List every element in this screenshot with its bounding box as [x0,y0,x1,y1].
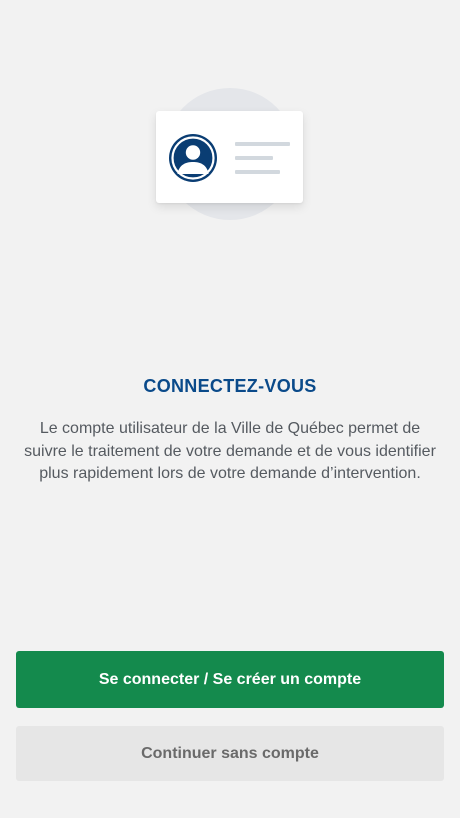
card-text-line [235,156,273,160]
card-text-line [235,170,280,174]
login-signup-button[interactable]: Se connecter / Se créer un compte [16,651,444,708]
page-title: CONNECTEZ-VOUS [143,376,317,396]
user-id-card-icon [156,111,303,203]
login-illustration [0,0,460,240]
page-description: Le compte utilisateur de la Ville de Qué… [24,420,436,482]
continue-without-account-button[interactable]: Continuer sans compte [16,726,444,781]
user-avatar-icon [169,134,217,182]
card-text-line [235,142,290,146]
